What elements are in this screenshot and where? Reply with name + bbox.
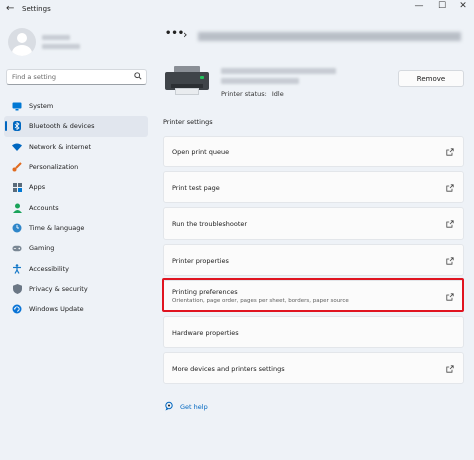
sidebar-item-accessibility[interactable]: Accessibility	[4, 258, 148, 278]
back-arrow-icon[interactable]: ←	[6, 3, 14, 14]
sidebar-item-label: Personalization	[29, 163, 79, 172]
setting-label: Printer properties	[172, 257, 229, 265]
bluetooth-icon	[12, 121, 22, 132]
sidebar-item-bluetooth-devices[interactable]: Bluetooth & devices	[4, 116, 148, 137]
wifi-icon	[12, 142, 22, 152]
section-title: Printer settings	[163, 118, 213, 126]
globe-clock-icon	[12, 223, 22, 233]
close-icon[interactable]: ✕	[452, 1, 474, 11]
remove-button[interactable]: Remove	[398, 70, 464, 87]
brush-icon	[12, 162, 22, 172]
printer-model-redacted	[221, 78, 299, 84]
printer-status-label: Printer status:	[221, 90, 267, 98]
setting-label: Hardware properties	[172, 329, 239, 337]
sidebar-item-label: Apps	[29, 183, 46, 192]
sidebar-item-label: Accounts	[29, 203, 59, 212]
sidebar-item-personalization[interactable]: Personalization	[4, 157, 148, 177]
open-external-icon	[446, 148, 454, 156]
printer-icon	[165, 66, 209, 96]
user-email-redacted	[42, 44, 80, 49]
sidebar-item-label: Windows Update	[29, 305, 84, 314]
title-bar: ← Settings — ☐ ✕	[0, 0, 474, 20]
sidebar-item-time-language[interactable]: Time & language	[4, 218, 148, 238]
sidebar-item-system[interactable]: System	[4, 96, 148, 116]
search-box[interactable]: Find a setting	[6, 69, 147, 85]
highlight-box	[162, 278, 464, 312]
printer-properties-item[interactable]: Printer properties	[163, 244, 464, 276]
update-icon	[12, 304, 22, 314]
breadcrumb-title-redacted	[198, 32, 461, 41]
sidebar-item-label: System	[29, 102, 54, 111]
help-icon	[165, 401, 173, 411]
open-external-icon	[446, 220, 454, 228]
hardware-properties-item[interactable]: Hardware properties	[163, 316, 464, 348]
sidebar-item-gaming[interactable]: Gaming	[4, 238, 148, 258]
apps-icon	[12, 182, 22, 192]
open-external-icon	[446, 257, 454, 265]
search-input[interactable]: Find a setting	[12, 73, 56, 81]
open-external-icon	[446, 184, 454, 192]
sidebar-item-apps[interactable]: Apps	[4, 177, 148, 197]
sidebar-item-label: Accessibility	[29, 264, 69, 273]
sidebar-item-network[interactable]: Network & internet	[4, 137, 148, 157]
sidebar-item-label: Network & internet	[29, 142, 92, 151]
monitor-icon	[12, 101, 22, 111]
sidebar-item-windows-update[interactable]: Windows Update	[4, 299, 148, 319]
open-print-queue-item[interactable]: Open print queue	[163, 136, 464, 167]
search-icon	[134, 72, 142, 82]
open-external-icon	[446, 365, 454, 373]
sidebar-nav: System Bluetooth & devices Network & int…	[4, 96, 148, 319]
person-icon	[12, 203, 22, 213]
printer-status: Printer status: Idle	[221, 90, 284, 98]
sidebar-item-label: Time & language	[29, 223, 85, 232]
minimize-icon[interactable]: —	[408, 1, 430, 11]
window-title: Settings	[22, 5, 51, 13]
user-name-redacted	[42, 35, 70, 40]
setting-label: Run the troubleshooter	[172, 220, 248, 228]
print-test-page-item[interactable]: Print test page	[163, 171, 464, 203]
printer-name-redacted	[221, 68, 336, 74]
shield-icon	[12, 283, 22, 294]
setting-label: Open print queue	[172, 148, 230, 156]
sidebar-item-accounts[interactable]: Accounts	[4, 197, 148, 217]
sidebar-item-label: Gaming	[29, 244, 55, 253]
sidebar-item-label: Bluetooth & devices	[29, 122, 95, 131]
get-help-link[interactable]: Get help	[180, 403, 208, 411]
gamepad-icon	[12, 243, 22, 253]
avatar[interactable]	[8, 28, 36, 56]
breadcrumb-chevron-icon: ›	[183, 28, 188, 41]
accessibility-icon	[12, 263, 22, 274]
sidebar-item-privacy-security[interactable]: Privacy & security	[4, 279, 148, 299]
more-devices-printers-item[interactable]: More devices and printers settings	[163, 352, 464, 384]
sidebar-item-label: Privacy & security	[29, 284, 88, 293]
setting-label: More devices and printers settings	[172, 365, 285, 373]
printer-status-value: Idle	[271, 90, 284, 98]
run-troubleshooter-item[interactable]: Run the troubleshooter	[163, 207, 464, 240]
setting-label: Print test page	[172, 184, 220, 192]
breadcrumb-overflow-button[interactable]: •••	[165, 28, 184, 39]
maximize-icon[interactable]: ☐	[431, 1, 453, 11]
